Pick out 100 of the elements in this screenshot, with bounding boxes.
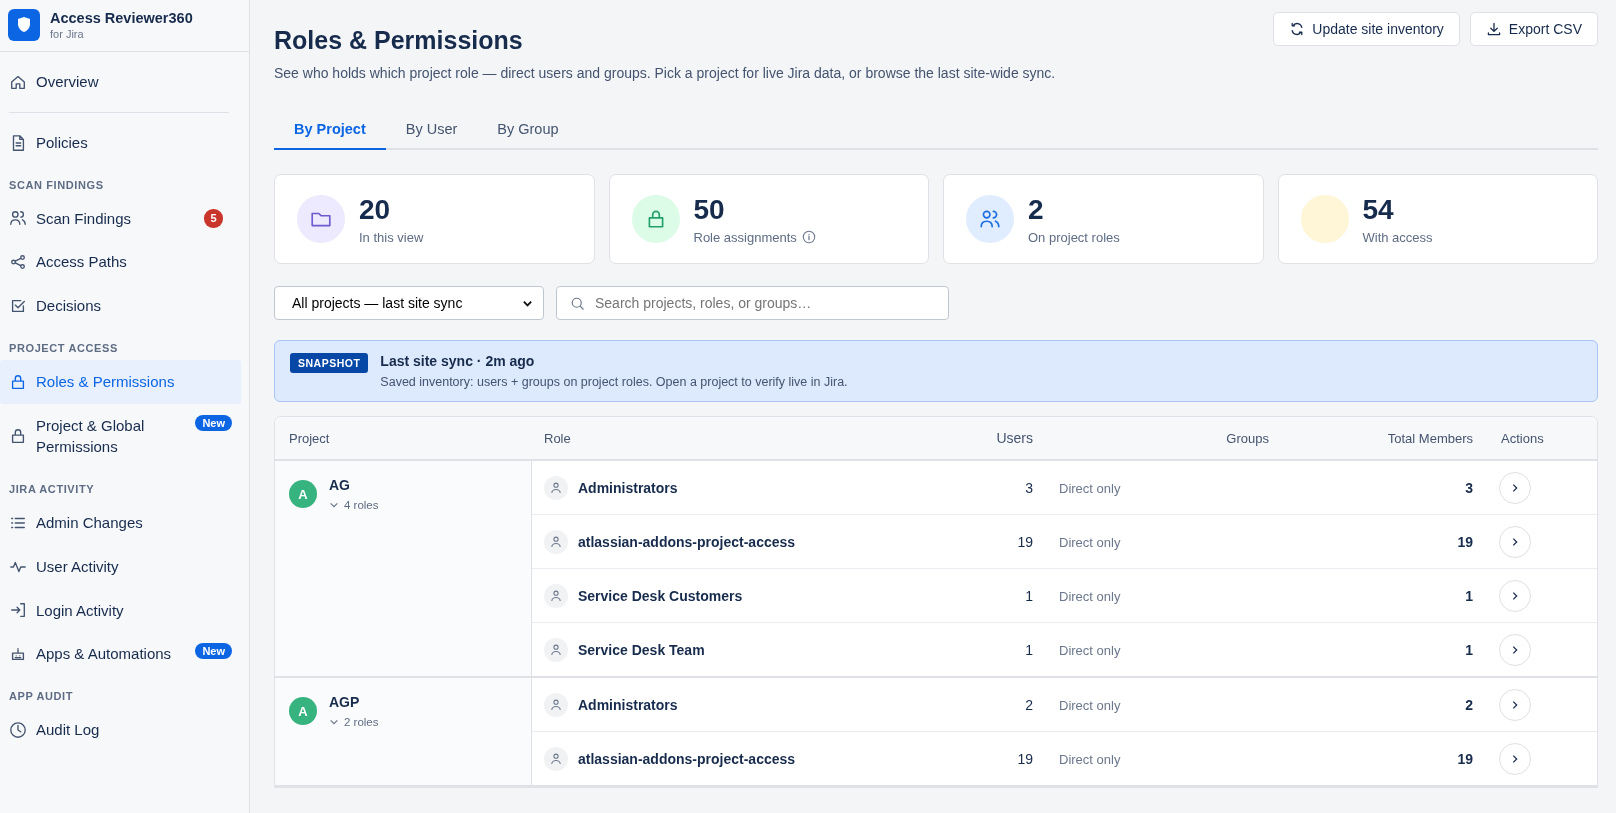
roles-toggle[interactable]: 2 roles [329, 716, 379, 728]
total-members: 19 [1457, 533, 1473, 550]
open-button[interactable] [1499, 579, 1531, 612]
groups-cell: Direct only [1059, 588, 1121, 604]
role-name: Administrators [578, 479, 678, 496]
stat-label: With access [1362, 229, 1433, 245]
groups-cell: Direct only [1059, 751, 1121, 767]
new-badge: New [195, 643, 232, 660]
user-icon [544, 529, 568, 554]
role-name: atlassian-addons-project-access [578, 750, 796, 767]
nav-section-heading: PROJECT ACCESS [8, 340, 119, 356]
column-header: Role [543, 430, 572, 446]
tab[interactable]: By Group [477, 111, 579, 150]
page-title: Roles & Permissions [274, 26, 524, 55]
user-icon [544, 637, 568, 662]
project-avatar: A [289, 480, 317, 508]
project-key: AG [329, 477, 379, 493]
users-count: 1 [1025, 587, 1033, 604]
groups-cell: Direct only [1059, 697, 1121, 713]
column-header: Actions [1500, 430, 1545, 446]
nav-item[interactable]: Decisions [0, 284, 241, 328]
total-members: 3 [1465, 479, 1473, 496]
open-button[interactable] [1499, 688, 1531, 721]
update-button[interactable]: Update site inventory [1273, 12, 1460, 46]
login-icon [9, 601, 27, 620]
groups-cell: Direct only [1059, 480, 1121, 496]
chevron-right-icon [1510, 590, 1520, 601]
stat-value: 2 [1028, 193, 1045, 226]
user-icon [544, 746, 568, 771]
project-key: AGP [329, 694, 379, 710]
new-badge: New [195, 414, 232, 431]
open-button[interactable] [1499, 633, 1531, 666]
stat-value: 20 [359, 193, 392, 226]
open-button[interactable] [1499, 471, 1531, 504]
banner-title: Last site sync · 2m ago [380, 353, 536, 369]
roles-toggle[interactable]: 4 roles [329, 499, 379, 511]
nav-item[interactable]: Apps & Automations New [0, 632, 241, 676]
chevron-right-icon [1510, 482, 1520, 493]
tab[interactable]: By Project [274, 111, 386, 150]
nav-item[interactable]: Access Paths [0, 240, 241, 284]
download-icon [1485, 21, 1502, 37]
groups-cell: Direct only [1059, 642, 1121, 658]
stat-value: 50 [693, 193, 726, 226]
stat-label: Role assignments [693, 229, 797, 245]
people-icon [9, 209, 27, 228]
lock-icon [9, 427, 27, 446]
stat-value: 54 [1362, 193, 1395, 226]
tab[interactable]: By User [385, 111, 478, 150]
share-icon [9, 253, 27, 272]
chevron-right-icon [1510, 753, 1520, 764]
nav-item[interactable]: Overview [0, 60, 241, 104]
stat-label: In this view [359, 229, 424, 245]
chevron-right-icon [1510, 699, 1520, 710]
shield-logo [8, 9, 40, 41]
total-members: 19 [1457, 750, 1473, 767]
users-count: 2 [1025, 696, 1033, 713]
nav-item[interactable]: Audit Log [0, 708, 241, 752]
clock-icon [9, 720, 27, 739]
page-subtitle: See who holds which project role — direct users and groups. Pick a project for live Jira data, or browse the last site-wide sync. [274, 65, 1056, 81]
total-members: 2 [1465, 696, 1473, 713]
export-button[interactable]: Export CSV [1469, 12, 1598, 46]
role-name: atlassian-addons-project-access [578, 533, 796, 550]
column-header: Project [288, 430, 331, 446]
role-name: Administrators [578, 696, 678, 713]
users-count: 19 [1017, 533, 1033, 550]
user-icon [544, 583, 568, 608]
count-badge: 5 [204, 208, 223, 228]
role-name: Service Desk Customers [578, 587, 743, 604]
nav-section-heading: JIRA ACTIVITY [8, 482, 96, 497]
column-header: Total Members [1386, 430, 1474, 446]
nav-section-heading: APP AUDIT [8, 689, 75, 704]
chevron-icon [329, 500, 339, 510]
open-button[interactable] [1499, 742, 1531, 775]
users-count: 3 [1025, 479, 1033, 496]
chevron-right-icon [1510, 644, 1520, 655]
role-name: Service Desk Team [578, 641, 705, 658]
nav-item[interactable]: Login Activity [0, 588, 241, 633]
nav-item[interactable]: User Activity [0, 544, 241, 589]
users-count: 19 [1017, 750, 1033, 767]
user-icon [544, 475, 568, 500]
nav-item[interactable]: Scan Findings 5 [0, 196, 241, 241]
total-members: 1 [1465, 641, 1473, 658]
nav-item[interactable]: Project & Global Permissions New [0, 403, 241, 469]
banner-text: Saved inventory: users + groups on project roles. Open a project to verify live in Jira. [380, 375, 848, 389]
nav-item[interactable]: Roles & Permissions [0, 359, 241, 404]
users-count: 1 [1025, 641, 1033, 658]
nav-section-heading: SCAN FINDINGS [8, 177, 105, 193]
snapshot-badge: SNAPSHOT [290, 353, 369, 373]
search-field[interactable]: Search projects, roles, or groups… [556, 286, 949, 320]
nav-item[interactable]: Admin Changes [0, 501, 241, 545]
project-avatar: A [289, 697, 317, 725]
chevron-right-icon [1510, 536, 1520, 547]
project-dropdown[interactable]: All projects — last site sync [274, 286, 544, 320]
groups-cell: Direct only [1059, 534, 1121, 550]
app-name: Access Reviewer360 [50, 10, 193, 26]
column-header: Groups [1225, 430, 1270, 446]
column-header: Users [995, 430, 1034, 446]
open-button[interactable] [1499, 525, 1531, 558]
nav-item[interactable]: Policies [0, 120, 241, 165]
stat-label: On project roles [1028, 229, 1120, 245]
